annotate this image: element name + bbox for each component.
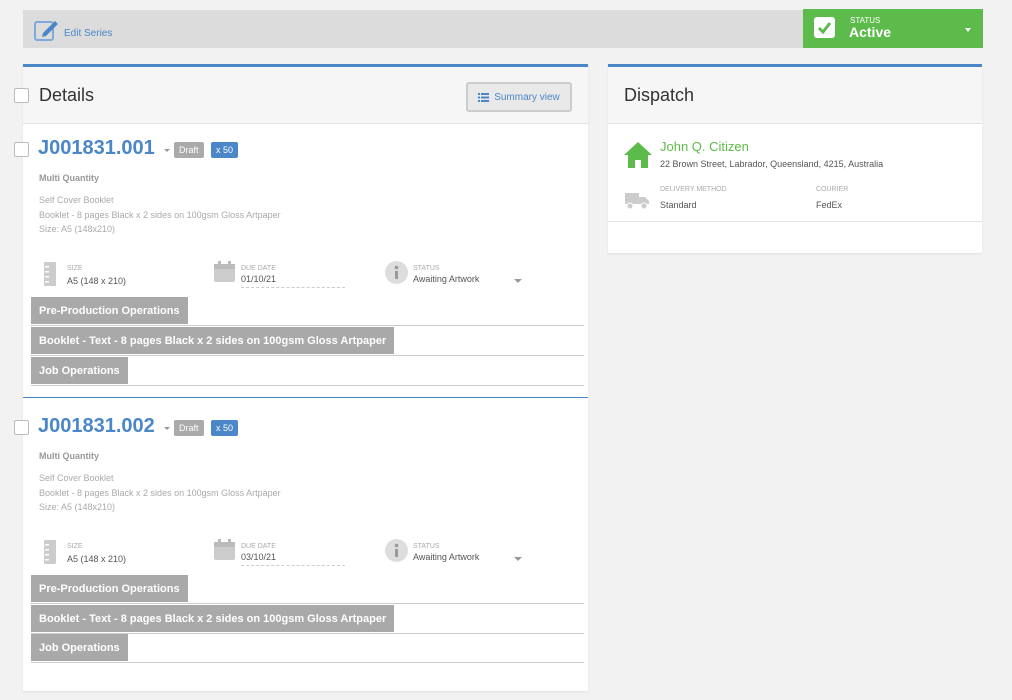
booklet-text-operations-button[interactable]: Booklet - Text - 8 pages Black x 2 sides… bbox=[31, 605, 395, 632]
due-date-label: DUE DATE bbox=[241, 265, 276, 272]
summary-view-label: Summary view bbox=[494, 91, 560, 103]
job-description: Self Cover Booklet bbox=[39, 473, 114, 483]
ruler-icon bbox=[44, 262, 56, 286]
job-description: Booklet - 8 pages Black x 2 sides on 100… bbox=[39, 210, 281, 220]
pre-production-operations-button[interactable]: Pre-Production Operations bbox=[31, 575, 188, 602]
dispatch-title: Dispatch bbox=[624, 85, 695, 105]
operation-row: Booklet - Text - 8 pages Black x 2 sides… bbox=[31, 327, 584, 356]
details-header: Details Summary view bbox=[14, 67, 588, 124]
dispatch-header: Dispatch bbox=[608, 67, 982, 124]
job-number[interactable]: J001831.001 bbox=[38, 137, 155, 160]
status-select[interactable]: Awaiting Artwork bbox=[413, 552, 479, 562]
courier-label: COURIER bbox=[816, 186, 849, 193]
chevron-down-icon[interactable] bbox=[514, 279, 522, 283]
customer-name[interactable]: John Q. Citizen bbox=[660, 139, 749, 154]
job-operations-button[interactable]: Job Operations bbox=[31, 634, 128, 661]
job-description: Booklet - 8 pages Black x 2 sides on 100… bbox=[39, 488, 281, 498]
edit-icon bbox=[34, 21, 58, 41]
list-icon bbox=[478, 92, 490, 102]
job-item: J001831.002 Draft x 50 Multi Quantity Se… bbox=[14, 415, 588, 680]
summary-view-button[interactable]: Summary view bbox=[466, 82, 572, 112]
dispatch-panel: Dispatch John Q. Citizen 22 Brown Street… bbox=[608, 64, 982, 253]
operation-row: Job Operations bbox=[31, 357, 584, 386]
due-date-label: DUE DATE bbox=[241, 543, 276, 550]
operation-row: Pre-Production Operations bbox=[31, 297, 584, 326]
operation-row: Pre-Production Operations bbox=[31, 575, 584, 604]
due-date-underline bbox=[241, 565, 345, 566]
chevron-down-icon[interactable] bbox=[514, 557, 522, 561]
edit-series-button[interactable]: Edit Series bbox=[34, 18, 112, 42]
job-number[interactable]: J001831.002 bbox=[38, 415, 155, 438]
size-label: SIZE bbox=[67, 543, 83, 550]
size-value: A5 (148 x 210) bbox=[67, 554, 127, 564]
delivery-method-value: Standard bbox=[660, 200, 697, 210]
size-value: A5 (148 x 210) bbox=[67, 276, 127, 286]
due-date-input[interactable]: 03/10/21 bbox=[241, 552, 276, 562]
status-dropdown[interactable]: STATUS Active bbox=[803, 9, 983, 48]
job-description: Size: A5 (148x210) bbox=[39, 502, 116, 512]
job-type: Multi Quantity bbox=[39, 451, 99, 461]
job-description: Self Cover Booklet bbox=[39, 195, 114, 205]
operation-row: Booklet - Text - 8 pages Black x 2 sides… bbox=[31, 605, 584, 634]
job-divider bbox=[23, 397, 588, 398]
select-all-checkbox[interactable] bbox=[14, 88, 29, 103]
courier-value: FedEx bbox=[816, 200, 843, 210]
job-operations-button[interactable]: Job Operations bbox=[31, 357, 128, 384]
job-checkbox[interactable] bbox=[14, 142, 29, 157]
draft-badge: Draft bbox=[174, 142, 204, 158]
draft-badge: Draft bbox=[174, 420, 204, 436]
ruler-icon bbox=[44, 540, 56, 564]
details-panel: Details Summary view J001831.001 Draft x… bbox=[14, 64, 588, 691]
due-date-input[interactable]: 01/10/21 bbox=[241, 274, 276, 284]
calendar-icon bbox=[214, 261, 235, 282]
status-label: STATUS bbox=[413, 265, 440, 272]
info-icon bbox=[385, 539, 408, 562]
chevron-down-icon[interactable] bbox=[164, 149, 170, 152]
booklet-text-operations-button[interactable]: Booklet - Text - 8 pages Black x 2 sides… bbox=[31, 327, 395, 354]
dispatch-divider bbox=[608, 221, 982, 222]
size-label: SIZE bbox=[67, 265, 83, 272]
quantity-badge: x 50 bbox=[211, 142, 239, 158]
calendar-icon bbox=[214, 539, 235, 560]
operation-row: Job Operations bbox=[31, 634, 584, 663]
quantity-badge: x 50 bbox=[211, 420, 239, 436]
pre-production-operations-button[interactable]: Pre-Production Operations bbox=[31, 297, 188, 324]
due-date-underline bbox=[241, 287, 345, 288]
truck-icon bbox=[625, 193, 649, 210]
chevron-down-icon bbox=[965, 28, 971, 32]
customer-address: 22 Brown Street, Labrador, Queensland, 4… bbox=[660, 159, 884, 169]
delivery-method-label: DELIVERY METHOD bbox=[660, 186, 727, 193]
status-label: STATUS bbox=[413, 543, 440, 550]
job-type: Multi Quantity bbox=[39, 173, 99, 183]
status-value: Active bbox=[849, 24, 892, 40]
job-item: J001831.001 Draft x 50 Multi Quantity Se… bbox=[14, 137, 588, 402]
details-title: Details bbox=[39, 85, 95, 105]
status-select[interactable]: Awaiting Artwork bbox=[413, 274, 479, 284]
edit-series-label: Edit Series bbox=[64, 27, 113, 39]
chevron-down-icon[interactable] bbox=[164, 427, 170, 430]
job-description: Size: A5 (148x210) bbox=[39, 224, 116, 234]
house-icon bbox=[624, 142, 652, 168]
top-bar: Edit Series STATUS Active bbox=[23, 9, 983, 48]
info-icon bbox=[385, 261, 408, 284]
check-icon bbox=[814, 17, 835, 38]
job-checkbox[interactable] bbox=[14, 420, 29, 435]
